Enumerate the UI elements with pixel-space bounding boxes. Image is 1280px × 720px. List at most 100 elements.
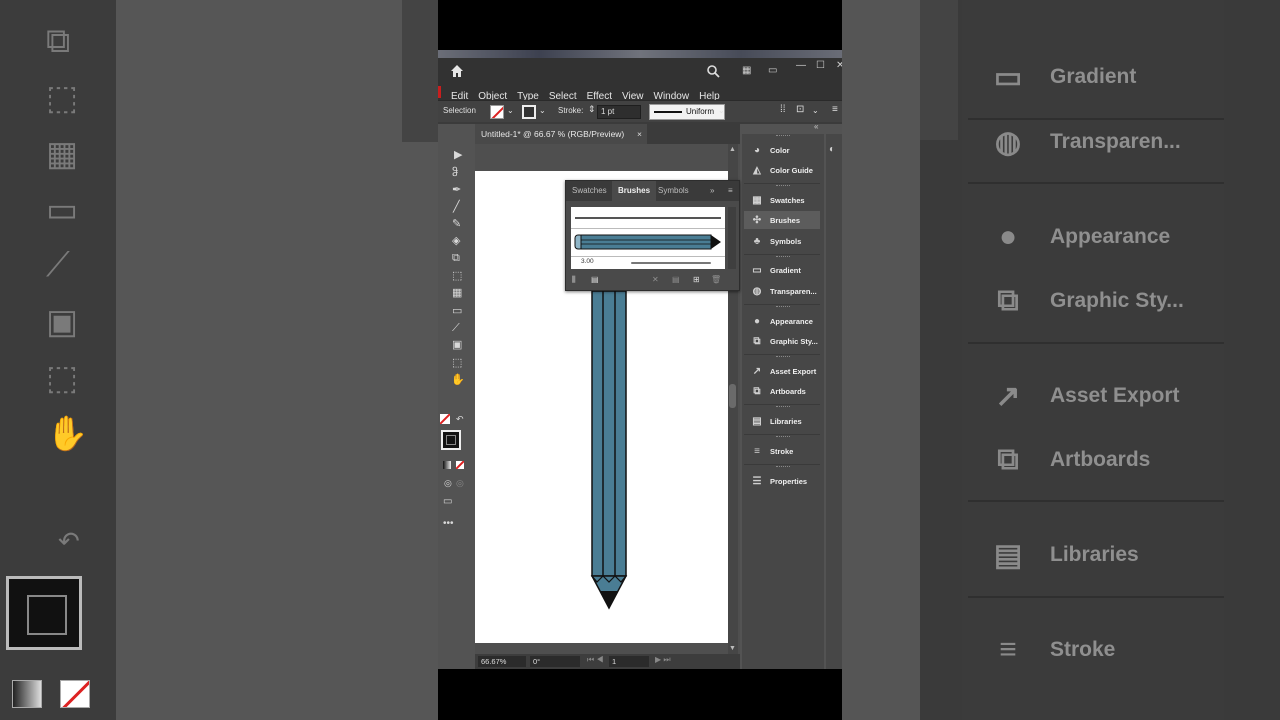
dock-grip[interactable] (776, 406, 790, 409)
eraser-tool-icon[interactable]: ◈ (452, 236, 460, 247)
dock-item-appearance[interactable]: ● Appearance (744, 312, 820, 330)
chevron-down-icon[interactable]: ⌄ (812, 106, 819, 115)
align-icon[interactable]: ⊡ (796, 104, 804, 115)
close-tab-icon[interactable]: × (637, 124, 642, 144)
dock-item-artboards[interactable]: ⧉ Artboards (744, 382, 820, 400)
dock-grip[interactable] (776, 306, 790, 309)
tab-swatches[interactable]: Swatches (566, 181, 613, 201)
draw-mode-icon[interactable]: ◎ (444, 478, 452, 489)
eyedropper-tool-icon[interactable]: ⟋ (452, 323, 460, 334)
brush-row-charcoal[interactable] (571, 207, 725, 229)
dock-item-transparency[interactable]: ◍ Transparen... (744, 282, 820, 300)
hand-tool-icon[interactable]: ✋ (451, 375, 465, 386)
maximize-button[interactable]: ☐ (816, 60, 825, 71)
dock-item-asset-export[interactable]: ↗ Asset Export (744, 362, 820, 380)
stroke-color-swatch[interactable] (441, 430, 461, 450)
dock-item-symbols[interactable]: ♣ Symbols (744, 232, 820, 250)
dock-item-gradient[interactable]: ▭ Gradient (744, 261, 820, 279)
chevron-down-icon[interactable]: ⌄ (507, 106, 514, 115)
options-icon[interactable]: ▤ (672, 275, 680, 284)
fill-swatch[interactable] (490, 105, 504, 119)
dock-grip[interactable] (776, 185, 790, 188)
free-transform-tool-icon[interactable]: ⬚ (452, 271, 462, 282)
dock-item-swatches[interactable]: ▦ Swatches (744, 191, 820, 209)
drag-handle-icon[interactable]: ⁞⁞ (780, 104, 786, 115)
remove-stroke-icon[interactable]: ✕ (652, 275, 659, 284)
scroll-thumb[interactable] (729, 384, 736, 408)
dock-grip[interactable] (776, 466, 790, 469)
home-icon[interactable] (450, 64, 464, 78)
stroke-weight-field[interactable]: 1 pt (597, 105, 641, 119)
dock-item-brushes[interactable]: ✣ Brushes (744, 211, 820, 229)
stepper-icon[interactable]: ⇕ (588, 104, 596, 115)
dock-item-libraries[interactable]: ▤ Libraries (744, 412, 820, 430)
gradient-swatch[interactable] (443, 461, 451, 469)
more-tools-icon[interactable]: ••• (443, 518, 454, 529)
gradient-tool-icon[interactable]: ▭ (452, 306, 462, 317)
dock-grip[interactable] (776, 256, 790, 259)
status-bar: 66.67% 0° ⏮ ◀ 1 ▶ ⏭ (475, 654, 740, 669)
brush-row-pencil[interactable] (571, 229, 725, 257)
lasso-tool-icon[interactable]: ჵ (452, 168, 458, 179)
asset-export-icon: ↗ (995, 379, 1021, 413)
fill-none-swatch[interactable] (440, 414, 450, 424)
new-brush-icon[interactable]: ⊞ (693, 275, 700, 284)
dock-item-color-guide[interactable]: ◭ Color Guide (744, 161, 820, 179)
workspace-icon[interactable]: ▭ (768, 65, 777, 76)
tab-brushes[interactable]: Brushes (612, 181, 657, 201)
artboard-number-value: 1 (612, 657, 617, 666)
dock-item-properties[interactable]: ☰ Properties (744, 472, 820, 490)
blend-tool-icon[interactable]: ▣ (452, 340, 462, 351)
line-tool-icon[interactable]: ╱ (453, 202, 460, 213)
menu-icon[interactable]: ≡ (832, 104, 838, 115)
stroke-swatch[interactable] (522, 105, 536, 119)
artboard-number-field[interactable]: 1 (609, 656, 649, 667)
scale-tool-icon[interactable]: ⧉ (452, 253, 460, 264)
pen-tool-icon[interactable]: ✒ (452, 185, 461, 196)
next-artboard-icon[interactable]: ▶ ⏭ (655, 655, 671, 665)
libraries-panel-icon[interactable]: ▤ (591, 275, 599, 284)
dock-grip[interactable] (776, 356, 790, 359)
swap-fill-stroke-icon[interactable]: ↶ (456, 414, 464, 425)
selection-tool-icon[interactable]: ▶ (454, 150, 462, 161)
bg-none-swatch (60, 680, 90, 708)
brush-row-size[interactable]: 3.00 (571, 257, 725, 269)
zoom-field[interactable]: 66.67% (478, 656, 526, 667)
collapse-dock-icon[interactable]: « (814, 122, 818, 131)
rotation-field[interactable]: 0° (530, 656, 580, 667)
document-tab[interactable]: Untitled-1* @ 66.67 % (RGB/Preview) × (475, 124, 647, 144)
background-left-blur: ⧉ ⬚ ▦ ▭ ⟋ ▣ ⬚ ✋ ↶ (0, 0, 438, 720)
profile-dropdown[interactable]: Uniform (649, 104, 725, 120)
chevron-down-icon[interactable]: ⌄ (718, 106, 725, 115)
bg-canvas-strip (842, 0, 920, 720)
color-icon: ◕ (753, 144, 761, 156)
screen-mode-icon[interactable]: ▭ (443, 496, 452, 507)
tab-symbols[interactable]: Symbols (652, 181, 695, 201)
brush-libraries-icon[interactable]: ⫼ (572, 275, 576, 285)
draw-inside-icon[interactable]: ◎ (456, 478, 464, 489)
dock-second-column: ◐ (826, 134, 842, 669)
dock-item-color[interactable]: ◕ Color (744, 141, 820, 159)
scroll-up-icon[interactable]: ▲ (729, 146, 736, 153)
dock-grip[interactable] (776, 436, 790, 439)
collapse-icon[interactable]: » (704, 181, 720, 201)
arrange-documents-icon[interactable]: ▦ (742, 65, 751, 76)
scroll-down-icon[interactable]: ▼ (729, 645, 736, 652)
search-icon[interactable] (706, 64, 720, 78)
brush-list[interactable]: 3.00 (571, 207, 725, 269)
dock-grip[interactable] (776, 135, 790, 138)
perspective-grid-icon[interactable]: ▦ (452, 288, 462, 299)
close-window-button[interactable]: ✕ (836, 60, 842, 71)
chevron-down-icon[interactable]: ⌄ (539, 106, 546, 115)
minimize-button[interactable]: — (796, 60, 806, 71)
none-swatch[interactable] (456, 461, 464, 469)
panel-scrollbar[interactable] (728, 207, 736, 269)
panel-menu-icon[interactable]: ≡ (722, 181, 739, 201)
dock-item-graphic-styles[interactable]: ⧉ Graphic Sty... (744, 332, 820, 350)
first-artboard-icon[interactable]: ⏮ ◀ (587, 655, 604, 665)
color-icon[interactable]: ◐ (829, 144, 835, 155)
paintbrush-tool-icon[interactable]: ✎ (452, 219, 461, 230)
delete-brush-icon[interactable]: 🗑 (711, 275, 721, 284)
artboard-tool-icon[interactable]: ⬚ (452, 358, 462, 369)
dock-item-stroke[interactable]: ≡ Stroke (744, 442, 820, 460)
